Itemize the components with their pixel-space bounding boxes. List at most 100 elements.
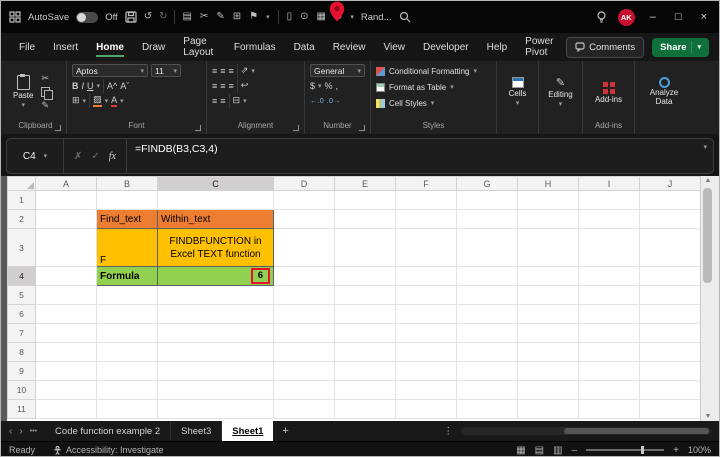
grow-font-button[interactable]: A^ bbox=[107, 81, 117, 91]
orientation-button[interactable]: ⇗ bbox=[241, 65, 249, 76]
menu-tab-insert[interactable]: Insert bbox=[45, 37, 86, 58]
account-avatar[interactable]: AK bbox=[617, 8, 635, 26]
cell-C3[interactable]: FINDBFUNCTION in Excel TEXT function bbox=[157, 228, 274, 267]
cell[interactable] bbox=[639, 228, 700, 267]
sheet-nav-right-icon[interactable]: › bbox=[19, 426, 22, 437]
cells-dropdown-icon[interactable]: ▾ bbox=[516, 99, 520, 107]
cell[interactable] bbox=[157, 285, 274, 305]
camera-icon[interactable]: ⊙ bbox=[300, 12, 308, 22]
cut-icon[interactable]: ✂ bbox=[41, 74, 50, 83]
scroll-up-icon[interactable]: ▲ bbox=[701, 177, 715, 184]
merge-dropdown-icon[interactable]: ▾ bbox=[243, 97, 247, 105]
orientation-dropdown-icon[interactable]: ▾ bbox=[251, 67, 255, 75]
zoom-out-button[interactable]: – bbox=[572, 445, 578, 456]
row-header-1[interactable]: 1 bbox=[7, 190, 36, 210]
cell[interactable] bbox=[517, 399, 579, 419]
qat-dropdown-icon-2[interactable]: ▾ bbox=[350, 13, 354, 21]
cell[interactable] bbox=[96, 361, 158, 381]
number-dialog-launcher[interactable] bbox=[359, 125, 365, 131]
cell[interactable] bbox=[517, 228, 579, 267]
cell[interactable] bbox=[35, 399, 97, 419]
cell[interactable] bbox=[456, 342, 518, 362]
tab-bar-menu-icon[interactable]: ⋮ bbox=[444, 426, 454, 437]
underline-dropdown-icon[interactable]: ▾ bbox=[97, 82, 101, 90]
percent-style-button[interactable]: % bbox=[325, 81, 333, 91]
zoom-in-button[interactable]: + bbox=[673, 445, 679, 456]
menu-tab-review[interactable]: Review bbox=[325, 37, 374, 58]
cell[interactable] bbox=[517, 323, 579, 343]
alignment-dialog-launcher[interactable] bbox=[293, 125, 299, 131]
col-header-G[interactable]: G bbox=[456, 176, 518, 191]
cell[interactable] bbox=[639, 285, 700, 305]
search-icon[interactable] bbox=[399, 11, 411, 23]
cell[interactable] bbox=[578, 285, 640, 305]
cell[interactable] bbox=[456, 399, 518, 419]
cell[interactable] bbox=[395, 228, 457, 267]
underline-button[interactable]: U bbox=[87, 81, 94, 91]
cell[interactable] bbox=[273, 209, 335, 229]
cell[interactable] bbox=[639, 304, 700, 324]
cell[interactable] bbox=[639, 399, 700, 419]
sheet-tab-sheet3[interactable]: Sheet3 bbox=[171, 421, 223, 441]
align-middle-button[interactable]: ≡ bbox=[220, 66, 225, 76]
decrease-indent-button[interactable]: ≡ bbox=[212, 96, 217, 106]
cell[interactable] bbox=[157, 342, 274, 362]
cell[interactable] bbox=[639, 361, 700, 381]
row-header-4[interactable]: 4 bbox=[7, 266, 36, 286]
cell[interactable] bbox=[639, 190, 700, 210]
cell[interactable] bbox=[157, 323, 274, 343]
col-header-I[interactable]: I bbox=[578, 176, 640, 191]
format-as-table-dropdown-icon[interactable]: ▾ bbox=[450, 83, 454, 91]
sheet-nav-left-icon[interactable]: ‹ bbox=[9, 426, 12, 437]
cell[interactable] bbox=[96, 342, 158, 362]
cancel-formula-icon[interactable]: ✗ bbox=[74, 151, 82, 162]
cell[interactable] bbox=[273, 190, 335, 210]
cell[interactable] bbox=[456, 266, 518, 286]
horizontal-scrollbar[interactable] bbox=[461, 427, 711, 435]
cell[interactable] bbox=[273, 285, 335, 305]
cell[interactable] bbox=[273, 323, 335, 343]
accounting-dropdown-icon[interactable]: ▾ bbox=[318, 82, 322, 90]
align-top-button[interactable]: ≡ bbox=[212, 66, 217, 76]
row-header-11[interactable]: 11 bbox=[7, 399, 36, 419]
row-header-7[interactable]: 7 bbox=[7, 323, 36, 343]
cell[interactable] bbox=[334, 380, 396, 400]
accounting-format-button[interactable]: $ bbox=[310, 81, 315, 91]
align-bottom-button[interactable]: ≡ bbox=[229, 66, 234, 76]
qat-dropdown-icon[interactable]: ▾ bbox=[266, 13, 270, 21]
sheet-tab-code-function-example-2[interactable]: Code function example 2 bbox=[45, 421, 172, 441]
cell[interactable] bbox=[273, 266, 335, 286]
cell[interactable] bbox=[395, 285, 457, 305]
cell-styles-dropdown-icon[interactable]: ▾ bbox=[431, 99, 435, 107]
share-button[interactable]: Share ▾ bbox=[652, 37, 709, 57]
table-icon[interactable]: ⊞ bbox=[233, 12, 241, 22]
cell-B4[interactable]: Formula bbox=[96, 266, 158, 286]
new-document-icon[interactable]: ▯ bbox=[287, 12, 293, 22]
cell[interactable] bbox=[35, 342, 97, 362]
cell[interactable] bbox=[395, 361, 457, 381]
app-grid-icon[interactable] bbox=[9, 11, 21, 23]
number-format-select[interactable]: General ▾ bbox=[310, 64, 365, 77]
cell[interactable] bbox=[273, 228, 335, 267]
cell[interactable] bbox=[395, 190, 457, 210]
cell[interactable] bbox=[639, 266, 700, 286]
col-header-D[interactable]: D bbox=[273, 176, 335, 191]
font-size-select[interactable]: 11 ▾ bbox=[151, 64, 181, 77]
maximize-button[interactable]: □ bbox=[671, 11, 686, 23]
menu-tab-power-pivot[interactable]: Power Pivot bbox=[517, 31, 564, 63]
cell[interactable] bbox=[157, 190, 274, 210]
row-header-9[interactable]: 9 bbox=[7, 361, 36, 381]
format-painter-icon[interactable]: ✎ bbox=[41, 101, 50, 110]
formula-input[interactable]: =FINDB(B3,C3,4) bbox=[127, 139, 697, 173]
clipboard-dialog-launcher[interactable] bbox=[55, 125, 61, 131]
editing-dropdown-icon[interactable]: ▾ bbox=[559, 100, 563, 108]
qat-custom-label[interactable]: Rand... bbox=[361, 12, 392, 23]
cell[interactable] bbox=[35, 266, 97, 286]
comments-button[interactable]: Comments bbox=[566, 36, 645, 58]
flag-icon[interactable]: ⚑ bbox=[249, 12, 258, 22]
col-header-H[interactable]: H bbox=[517, 176, 579, 191]
cell[interactable] bbox=[96, 399, 158, 419]
conditional-formatting-button[interactable]: Conditional Formatting ▾ bbox=[376, 63, 491, 79]
menu-tab-developer[interactable]: Developer bbox=[415, 37, 477, 58]
chart-icon[interactable]: ▦ bbox=[317, 12, 326, 22]
